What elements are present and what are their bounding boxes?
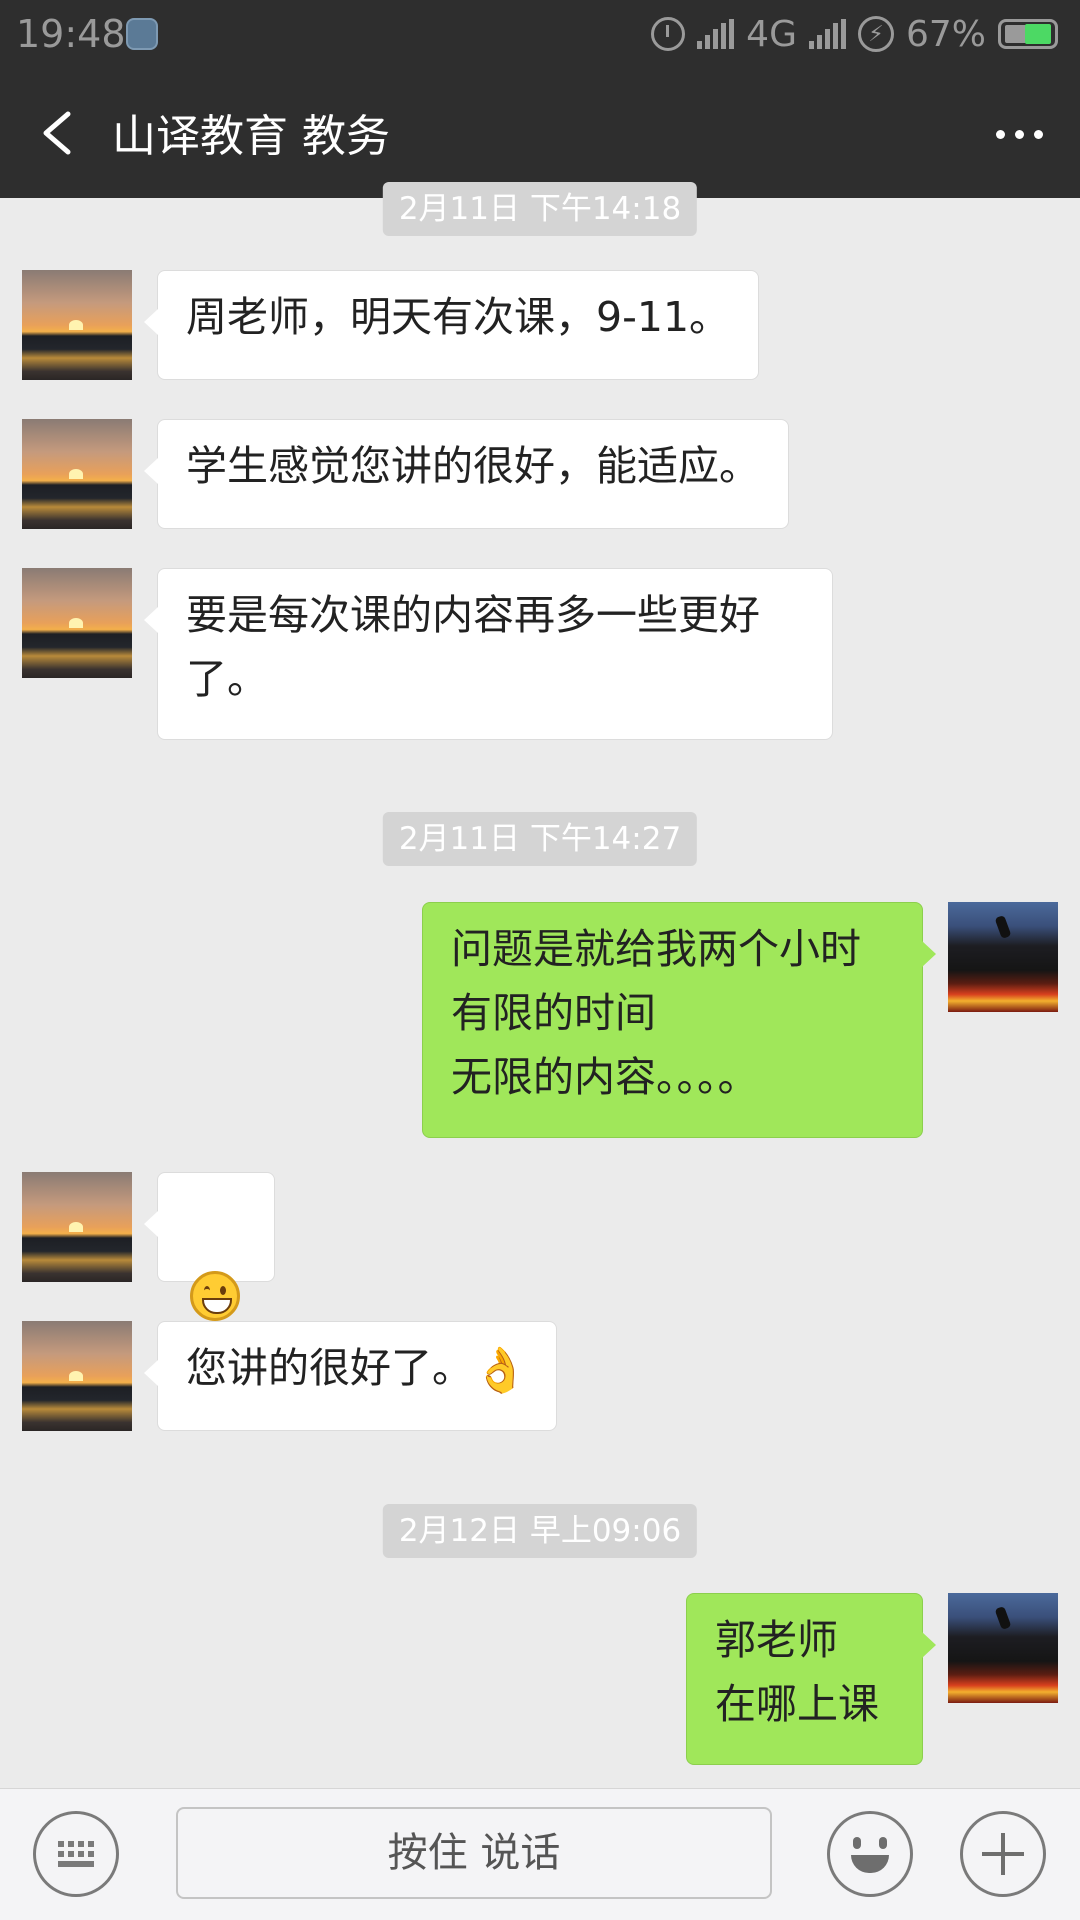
keyboard-icon	[58, 1841, 94, 1867]
contact-avatar[interactable]	[22, 1321, 132, 1431]
grinning-face-emoji	[190, 1271, 240, 1321]
back-button[interactable]	[28, 96, 92, 170]
keyboard-toggle-button[interactable]	[33, 1811, 119, 1897]
battery-icon	[998, 19, 1058, 49]
timestamp: 2月12日 早上09:06	[382, 1504, 698, 1558]
more-options-button[interactable]	[984, 104, 1054, 164]
message-bubble-received[interactable]	[144, 1172, 275, 1321]
plus-icon	[980, 1831, 1026, 1877]
more-actions-button[interactable]	[960, 1811, 1046, 1897]
message-text: 您讲的很好了。	[186, 1344, 473, 1392]
more-dot-icon	[995, 129, 1005, 139]
my-avatar[interactable]	[948, 902, 1058, 1012]
chevron-left-icon	[43, 111, 71, 155]
emoji-button[interactable]	[827, 1811, 913, 1897]
status-icons: 4G ⚡ 67%	[651, 10, 1058, 58]
message-bubble-received[interactable]: 周老师，明天有次课，9-11。	[143, 270, 760, 380]
input-bar: 按住 说话	[0, 1788, 1080, 1920]
smiley-icon	[847, 1831, 893, 1877]
contact-avatar[interactable]	[22, 270, 132, 380]
contact-avatar[interactable]	[22, 419, 132, 529]
alarm-icon	[651, 17, 686, 51]
message-bubble-received[interactable]: 学生感觉您讲的很好，能适应。	[144, 419, 789, 529]
more-dot-icon	[1014, 129, 1024, 139]
chat-header: 山译教育 教务	[0, 68, 1080, 198]
message-bubble-received[interactable]: 您讲的很好了。👌	[144, 1321, 557, 1431]
hold-to-talk-button[interactable]: 按住 说话	[176, 1807, 772, 1899]
signal-icon	[697, 19, 735, 49]
status-bar: 19:48 4G ⚡ 67%	[0, 0, 1080, 68]
charging-icon: ⚡	[857, 16, 894, 52]
signal-icon-2	[808, 19, 846, 49]
message-bubble-received[interactable]: 要是每次课的内容再多一些更好 了。	[144, 568, 833, 740]
contact-avatar[interactable]	[22, 568, 132, 678]
app-notification-icon	[126, 18, 158, 50]
network-type: 4G	[746, 13, 797, 55]
my-avatar[interactable]	[948, 1593, 1058, 1703]
timestamp: 2月11日 下午14:18	[382, 182, 698, 236]
message-bubble-sent[interactable]: 郭老师 在哪上课	[686, 1593, 936, 1765]
message-bubble-sent[interactable]: 问题是就给我两个小时 有限的时间 无限的内容。。。。	[422, 902, 936, 1138]
status-time: 19:48	[16, 12, 126, 56]
chat-title: 山译教育 教务	[112, 111, 390, 162]
timestamp: 2月11日 下午14:27	[382, 812, 698, 866]
battery-percent: 67%	[905, 13, 986, 55]
more-dot-icon	[1033, 129, 1043, 139]
ok-hand-emoji: 👌	[473, 1345, 528, 1396]
contact-avatar[interactable]	[22, 1172, 132, 1282]
